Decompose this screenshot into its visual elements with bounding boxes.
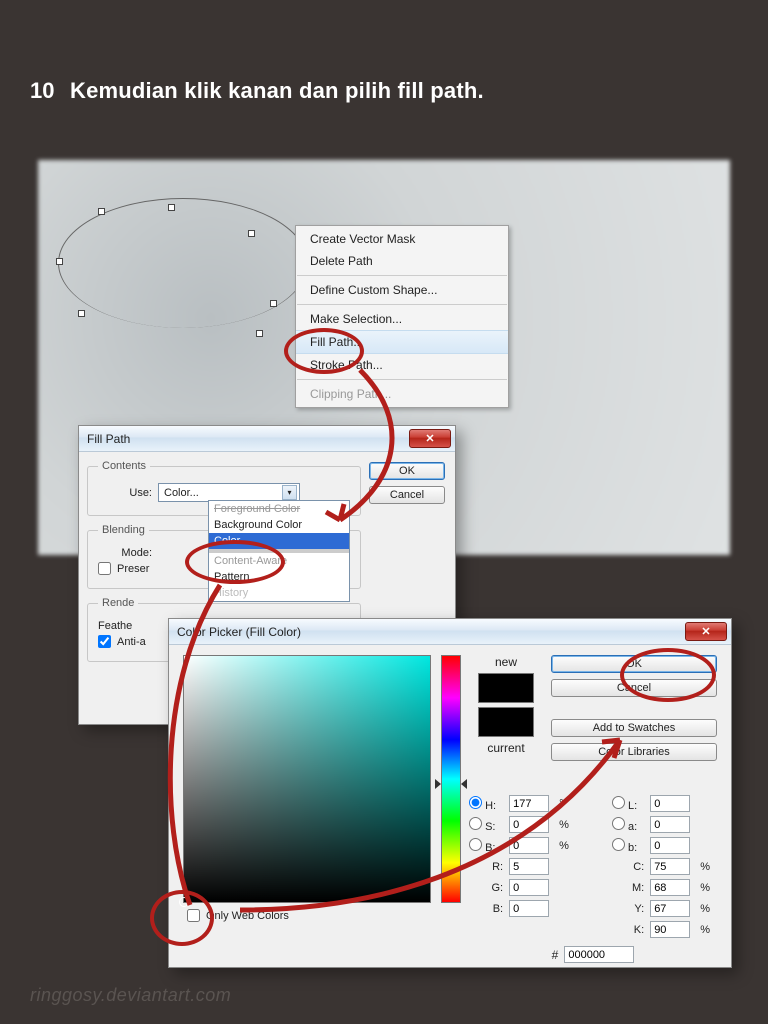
bv-radio[interactable]: B: <box>469 838 503 854</box>
color-libraries-button[interactable]: Color Libraries <box>551 743 717 761</box>
only-web-row[interactable]: Only Web Colors <box>187 909 431 922</box>
new-label: new <box>495 655 517 669</box>
path-context-menu: Create Vector Mask Delete Path Define Cu… <box>295 225 509 408</box>
use-dropdown[interactable]: Foreground Color Background Color Color.… <box>208 500 350 602</box>
only-web-label: Only Web Colors <box>206 910 289 922</box>
feather-label: Feathe <box>98 620 132 632</box>
color-field[interactable] <box>183 655 431 903</box>
s-input[interactable] <box>509 816 549 833</box>
ctx-stroke-path[interactable]: Stroke Path... <box>296 354 508 376</box>
l-input[interactable] <box>650 795 690 812</box>
a-radio[interactable]: a: <box>612 817 644 833</box>
use-combo-value: Color... <box>164 487 199 499</box>
preserve-checkbox[interactable] <box>98 562 111 575</box>
use-opt-foreground[interactable]: Foreground Color <box>209 501 349 517</box>
use-opt-background[interactable]: Background Color <box>209 517 349 533</box>
y-label: Y: <box>612 903 644 915</box>
k-input[interactable] <box>650 921 690 938</box>
a-input[interactable] <box>650 816 690 833</box>
only-web-checkbox[interactable] <box>187 909 200 922</box>
m-unit: % <box>700 882 717 894</box>
fill-path-title: Fill Path <box>87 432 130 446</box>
l-radio[interactable]: L: <box>612 796 644 812</box>
hex-input[interactable] <box>564 946 634 963</box>
ctx-clipping-path: Clipping Path... <box>296 383 508 405</box>
use-label: Use: <box>98 487 152 499</box>
rendering-legend: Rende <box>98 597 138 609</box>
cp-cancel-button[interactable]: Cancel <box>551 679 717 697</box>
close-icon[interactable]: ✕ <box>409 429 451 448</box>
y-unit: % <box>700 903 717 915</box>
mode-label: Mode: <box>98 547 152 559</box>
ctx-separator <box>297 275 507 276</box>
color-cursor-icon <box>179 897 189 907</box>
ctx-separator <box>297 304 507 305</box>
color-picker-dialog: Color Picker (Fill Color) ✕ Only Web Col… <box>168 618 732 968</box>
preserve-label: Preser <box>117 563 149 575</box>
bv-unit: % <box>559 840 576 852</box>
color-picker-title: Color Picker (Fill Color) <box>177 625 301 639</box>
color-values-grid: H: ° L: S: % a: B: % b: R: C: % G: <box>469 795 717 938</box>
current-label: current <box>487 741 524 755</box>
close-icon[interactable]: ✕ <box>685 622 727 641</box>
g-input[interactable] <box>509 879 549 896</box>
ctx-separator <box>297 379 507 380</box>
m-input[interactable] <box>650 879 690 896</box>
blending-legend: Blending <box>98 524 149 536</box>
hex-prefix: # <box>552 948 559 962</box>
watermark: ringgosy.deviantart.com <box>30 985 231 1006</box>
use-opt-content-aware[interactable]: Content-Aware <box>209 553 349 569</box>
ctx-fill-path[interactable]: Fill Path... <box>296 330 508 354</box>
use-opt-pattern[interactable]: Pattern <box>209 569 349 585</box>
use-opt-history[interactable]: History <box>209 585 349 601</box>
r-input[interactable] <box>509 858 549 875</box>
ctx-create-vector-mask[interactable]: Create Vector Mask <box>296 228 508 250</box>
h-unit: ° <box>559 798 576 810</box>
m-label: M: <box>612 882 644 894</box>
fillpath-ok-button[interactable]: OK <box>369 462 445 480</box>
ctx-delete-path[interactable]: Delete Path <box>296 250 508 272</box>
bv-input[interactable] <box>509 837 549 854</box>
h-radio[interactable]: H: <box>469 796 503 812</box>
chevron-down-icon[interactable]: ▾ <box>282 485 297 500</box>
antialias-label: Anti-a <box>117 636 146 648</box>
current-swatch <box>478 707 534 737</box>
instruction-text: Kemudian klik kanan dan pilih fill path. <box>70 78 484 104</box>
lab-b-radio[interactable]: b: <box>612 838 644 854</box>
lab-b-input[interactable] <box>650 837 690 854</box>
c-unit: % <box>700 861 717 873</box>
c-label: C: <box>612 861 644 873</box>
step-number: 10 <box>30 78 54 104</box>
c-input[interactable] <box>650 858 690 875</box>
antialias-checkbox[interactable] <box>98 635 111 648</box>
add-swatches-button[interactable]: Add to Swatches <box>551 719 717 737</box>
k-label: K: <box>612 924 644 936</box>
fill-path-titlebar[interactable]: Fill Path ✕ <box>79 426 455 452</box>
h-input[interactable] <box>509 795 549 812</box>
s-radio[interactable]: S: <box>469 817 503 833</box>
r-label: R: <box>469 861 503 873</box>
ctx-make-selection[interactable]: Make Selection... <box>296 308 508 330</box>
new-swatch <box>478 673 534 703</box>
color-picker-titlebar[interactable]: Color Picker (Fill Color) ✕ <box>169 619 731 645</box>
ctx-define-custom-shape[interactable]: Define Custom Shape... <box>296 279 508 301</box>
cp-ok-button[interactable]: OK <box>551 655 717 673</box>
g-label: G: <box>469 882 503 894</box>
s-unit: % <box>559 819 576 831</box>
contents-legend: Contents <box>98 460 150 472</box>
fillpath-cancel-button[interactable]: Cancel <box>369 486 445 504</box>
k-unit: % <box>700 924 717 936</box>
b-input[interactable] <box>509 900 549 917</box>
hue-slider[interactable] <box>441 655 461 903</box>
y-input[interactable] <box>650 900 690 917</box>
use-opt-color[interactable]: Color... <box>209 533 349 549</box>
b-label: B: <box>469 903 503 915</box>
